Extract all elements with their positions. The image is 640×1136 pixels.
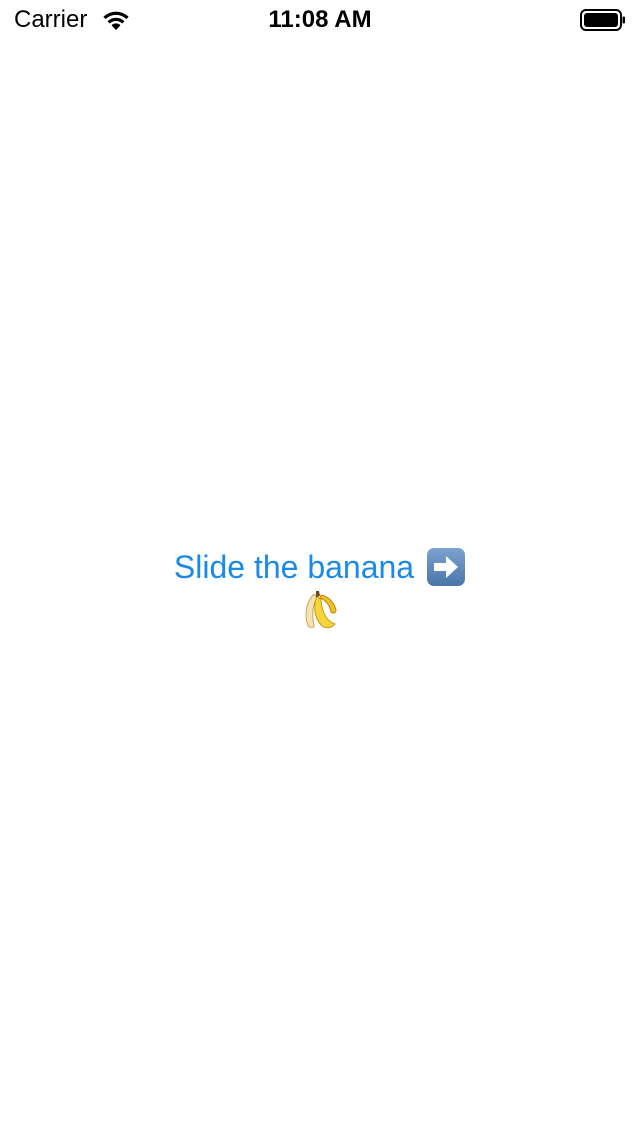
right-arrow-icon [427, 548, 466, 586]
slide-banana-button[interactable]: Slide the banana [174, 546, 466, 588]
slide-banana-label: Slide the banana [173, 549, 415, 585]
banana-container[interactable] [300, 588, 340, 632]
status-bar: Carrier 11:08 AM [0, 0, 640, 40]
status-time: 11:08 AM [268, 6, 372, 33]
battery-icon [580, 9, 625, 31]
content-area: Slide the banana [0, 546, 640, 588]
banana-icon[interactable] [300, 588, 340, 632]
screen: Carrier 11:08 AM Slide the banana [0, 0, 640, 1136]
